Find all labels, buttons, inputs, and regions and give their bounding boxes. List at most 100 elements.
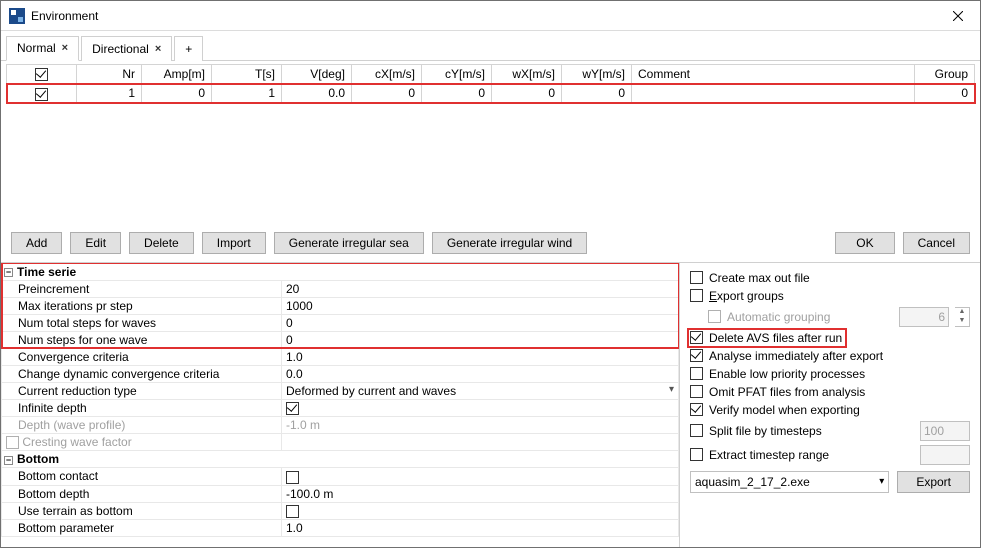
cell-ts[interactable]: 1 [212,84,282,103]
prop-infdepth-label: Infinite depth [2,399,282,416]
prop-preincrement-label: Preincrement [2,280,282,297]
prop-numtotal-value[interactable]: 0 [282,314,679,331]
prop-chconv-label: Change dynamic convergence criteria [2,365,282,382]
cell-group[interactable]: 0 [915,84,975,103]
collapse-icon[interactable]: − [4,456,13,465]
generate-wind-button[interactable]: Generate irregular wind [432,232,587,254]
row-checkbox[interactable] [35,88,48,101]
split-label: Split file by timesteps [709,424,822,438]
tab-directional-label: Directional [92,42,149,56]
auto-group-checkbox [708,310,721,323]
prop-bparam-label: Bottom parameter [2,519,282,536]
auto-group-value [899,307,949,327]
analyse-checkbox[interactable] [690,349,703,362]
col-amp[interactable]: Amp[m] [142,65,212,84]
grid-row[interactable]: 1 0 1 0.0 0 0 0 0 0 [7,84,975,103]
prop-curred-value[interactable]: Deformed by current and waves▾ [282,382,679,399]
prop-crest-checkbox [6,436,19,449]
col-nr[interactable]: Nr [77,65,142,84]
prop-crest-label: Cresting wave factor [22,435,131,449]
export-options-panel: Create max out file Export groups Automa… [680,263,980,547]
col-comment[interactable]: Comment [632,65,915,84]
tab-normal[interactable]: Normal × [6,36,79,61]
import-button[interactable]: Import [202,232,266,254]
col-cy[interactable]: cY[m/s] [422,65,492,84]
col-ts[interactable]: T[s] [212,65,282,84]
cancel-button[interactable]: Cancel [903,232,970,254]
prop-numone-value[interactable]: 0 [282,331,679,348]
close-button[interactable] [935,1,980,30]
export-groups-checkbox[interactable] [690,289,703,302]
tab-close-icon[interactable]: × [155,43,161,55]
prop-curred-label: Current reduction type [2,382,282,399]
titlebar: Environment [1,1,980,31]
low-priority-checkbox[interactable] [690,367,703,380]
section-bottom: Bottom [17,452,59,466]
dropdown-icon[interactable]: ▾ [669,384,674,395]
close-icon [953,11,963,21]
cell-vdeg[interactable]: 0.0 [282,84,352,103]
grid-header-row: Nr Amp[m] T[s] V[deg] cX[m/s] cY[m/s] wX… [7,65,975,84]
cell-nr[interactable]: 1 [77,84,142,103]
create-max-checkbox[interactable] [690,271,703,284]
prop-preincrement-value[interactable]: 20 [282,280,679,297]
col-vdeg[interactable]: V[deg] [282,65,352,84]
omit-pfat-label: Omit PFAT files from analysis [709,385,865,399]
add-button[interactable]: Add [11,232,62,254]
exe-combo-value: aquasim_2_17_2.exe [695,475,810,489]
prop-depthwp-label: Depth (wave profile) [2,416,282,433]
export-button[interactable]: Export [897,471,970,493]
prop-bdepth-value[interactable]: -100.0 m [282,485,679,502]
tab-bar: Normal × Directional × + [1,31,980,61]
delete-avs-checkbox[interactable] [690,331,703,344]
prop-chconv-value[interactable]: 0.0 [282,365,679,382]
section-time-serie: Time serie [17,265,76,279]
verify-label: Verify model when exporting [709,403,860,417]
cell-cy[interactable]: 0 [422,84,492,103]
verify-checkbox[interactable] [690,403,703,416]
tab-add[interactable]: + [174,36,203,61]
edit-button[interactable]: Edit [70,232,121,254]
prop-terrain-label: Use terrain as bottom [2,502,282,519]
prop-maxiter-label: Max iterations pr step [2,297,282,314]
prop-maxiter-value[interactable]: 1000 [282,297,679,314]
delete-button[interactable]: Delete [129,232,194,254]
cell-cx[interactable]: 0 [352,84,422,103]
low-priority-label: Enable low priority processes [709,367,865,381]
action-bar: Add Edit Delete Import Generate irregula… [1,224,980,262]
prop-bparam-value[interactable]: 1.0 [282,519,679,536]
split-checkbox[interactable] [690,424,703,437]
cell-amp[interactable]: 0 [142,84,212,103]
prop-numone-label: Num steps for one wave [2,331,282,348]
exe-combo[interactable]: aquasim_2_17_2.exe ▾ [690,471,889,493]
ok-button[interactable]: OK [835,232,894,254]
prop-infdepth-checkbox[interactable] [286,402,299,415]
delete-avs-label: Delete AVS files after run [709,331,842,345]
prop-conv-value[interactable]: 1.0 [282,348,679,365]
extract-checkbox[interactable] [690,448,703,461]
omit-pfat-checkbox[interactable] [690,385,703,398]
col-group[interactable]: Group [915,65,975,84]
tab-normal-label: Normal [17,41,56,55]
prop-depthwp-value: -1.0 m [282,416,679,433]
col-wy[interactable]: wY[m/s] [562,65,632,84]
cell-wy[interactable]: 0 [562,84,632,103]
tab-directional[interactable]: Directional × [81,36,172,61]
window-title: Environment [31,9,935,23]
property-panel: −Time serie Preincrement20 Max iteration… [1,263,680,547]
generate-sea-button[interactable]: Generate irregular sea [274,232,424,254]
cell-wx[interactable]: 0 [492,84,562,103]
col-cx[interactable]: cX[m/s] [352,65,422,84]
prop-terrain-checkbox[interactable] [286,505,299,518]
col-wx[interactable]: wX[m/s] [492,65,562,84]
cell-comment[interactable] [632,84,915,103]
split-value [920,421,970,441]
tab-close-icon[interactable]: × [62,42,68,54]
prop-bcontact-checkbox[interactable] [286,471,299,484]
collapse-icon[interactable]: − [4,268,13,277]
auto-group-spinner: ▲▼ [955,307,970,327]
environment-grid: Nr Amp[m] T[s] V[deg] cX[m/s] cY[m/s] wX… [1,61,980,104]
select-all-checkbox[interactable] [35,68,48,81]
analyse-label: Analyse immediately after export [709,349,883,363]
prop-conv-label: Convergence criteria [2,348,282,365]
